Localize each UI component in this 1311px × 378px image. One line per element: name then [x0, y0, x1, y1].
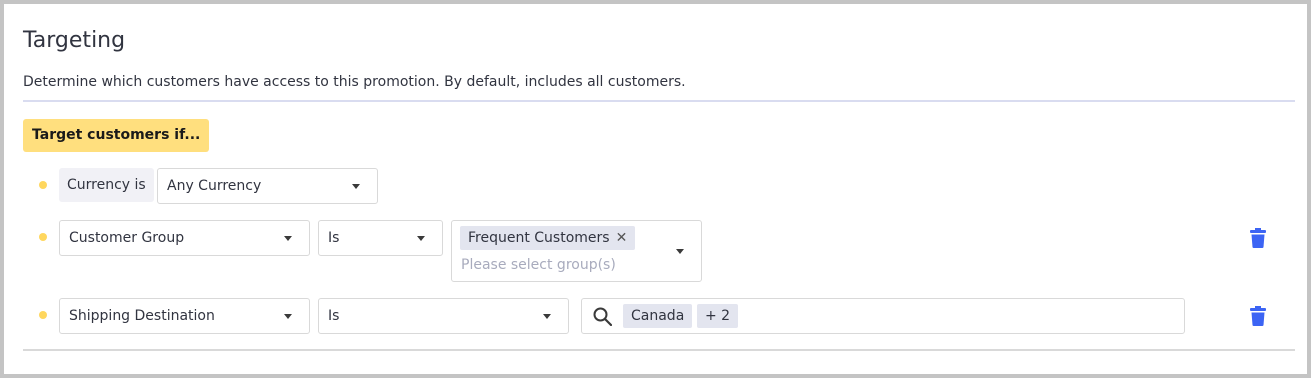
field-select-value: Shipping Destination	[69, 308, 215, 324]
field-select-value: Customer Group	[69, 230, 185, 246]
operator-select-value: Is	[328, 230, 340, 246]
close-icon[interactable]: ✕	[616, 230, 628, 246]
currency-select-value: Any Currency	[167, 178, 262, 194]
customer-group-operator-select[interactable]: Is	[318, 220, 443, 256]
trash-icon[interactable]	[1250, 228, 1266, 248]
divider	[23, 349, 1295, 351]
chevron-down-icon	[676, 249, 684, 254]
divider	[23, 100, 1295, 102]
rule-bullet	[39, 311, 47, 319]
rule-bullet	[39, 181, 47, 189]
chip-label: Frequent Customers	[468, 230, 610, 246]
chevron-down-icon	[417, 236, 425, 241]
target-customers-badge: Target customers if...	[23, 119, 210, 152]
customer-group-multiselect[interactable]: Frequent Customers ✕ Please select group(…	[451, 220, 702, 282]
shipping-destination-operator-select[interactable]: Is	[318, 298, 569, 334]
group-select-placeholder: Please select group(s)	[461, 257, 616, 273]
selected-country-chip: Canada	[623, 304, 693, 328]
shipping-destination-search-input[interactable]: Canada + 2	[581, 298, 1185, 334]
rule-bullet	[39, 233, 47, 241]
trash-icon[interactable]	[1250, 306, 1266, 326]
operator-select-value: Is	[328, 308, 340, 324]
search-icon	[593, 307, 612, 326]
chevron-down-icon	[284, 314, 292, 319]
selected-group-chip: Frequent Customers ✕	[460, 226, 636, 250]
chevron-down-icon	[284, 236, 292, 241]
currency-label: Currency is	[59, 168, 154, 202]
customer-group-field-select[interactable]: Customer Group	[59, 220, 310, 256]
targeting-panel: Targeting Determine which customers have…	[0, 0, 1311, 378]
chevron-down-icon	[352, 184, 360, 189]
currency-select[interactable]: Any Currency	[157, 168, 378, 204]
section-description: Determine which customers have access to…	[23, 74, 686, 90]
shipping-destination-field-select[interactable]: Shipping Destination	[59, 298, 310, 334]
more-countries-chip[interactable]: + 2	[697, 304, 739, 328]
section-title: Targeting	[23, 28, 126, 53]
chevron-down-icon	[543, 314, 551, 319]
